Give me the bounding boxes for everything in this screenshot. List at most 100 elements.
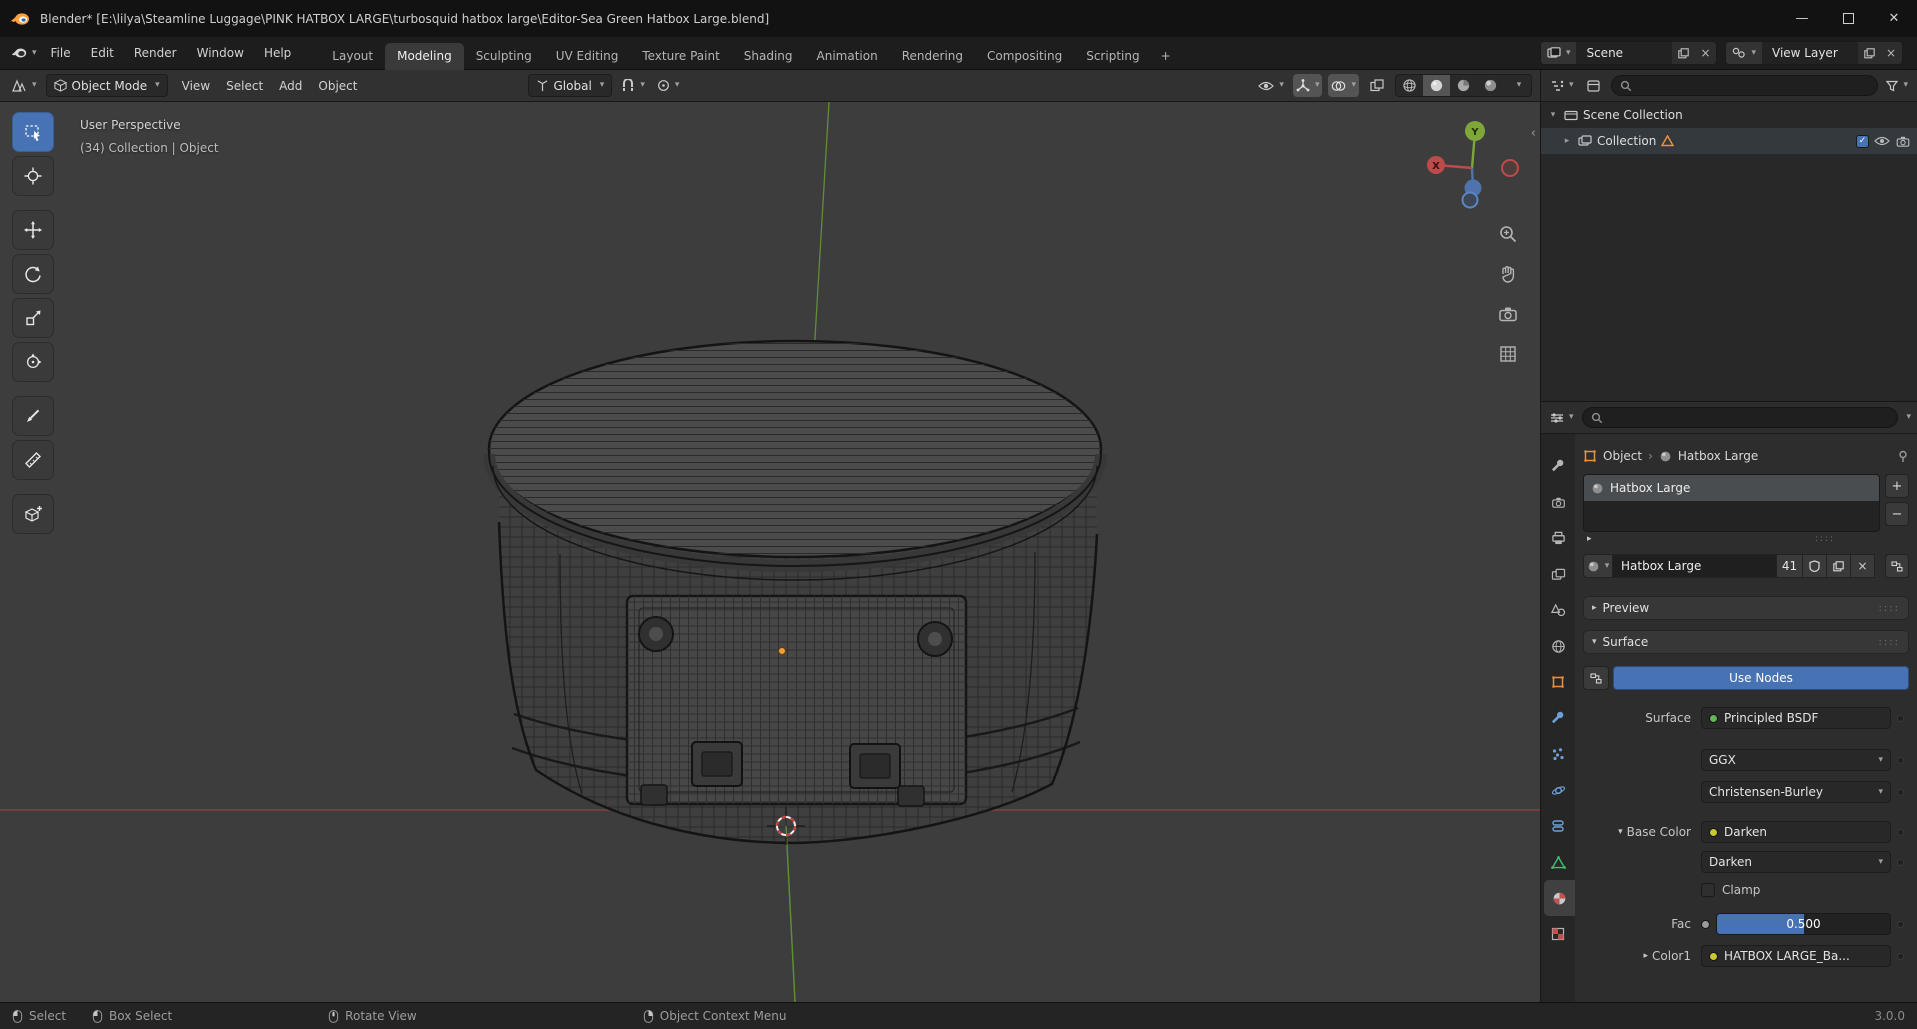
disclosure-icon[interactable]: ▾	[1618, 827, 1623, 837]
vp-menu-select[interactable]: Select	[218, 75, 271, 97]
menu-edit[interactable]: Edit	[82, 42, 123, 64]
surface-shader-button[interactable]: Principled BSDF	[1701, 707, 1891, 729]
browse-scene-button[interactable]: ▾	[1540, 42, 1577, 64]
tab-output[interactable]	[1541, 520, 1575, 556]
tab-rendering[interactable]: Rendering	[890, 43, 975, 70]
material-users-button[interactable]: 41	[1777, 554, 1803, 578]
remove-slot-button[interactable]: −	[1885, 502, 1909, 526]
camera-view-button[interactable]	[1496, 302, 1520, 326]
vp-menu-view[interactable]: View	[174, 75, 218, 97]
tab-physics[interactable]	[1541, 772, 1575, 808]
disable-render-icon[interactable]	[1895, 135, 1911, 148]
hide-eye-icon[interactable]	[1874, 135, 1890, 147]
base-color-button[interactable]: Darken	[1701, 821, 1891, 843]
shading-wireframe-button[interactable]	[1396, 75, 1423, 96]
snapping-button[interactable]: ▾	[618, 74, 648, 97]
vp-menu-object[interactable]: Object	[310, 75, 365, 97]
tab-constraints[interactable]	[1541, 808, 1575, 844]
preview-panel-header[interactable]: ▸ Preview ::::	[1583, 596, 1909, 620]
fake-user-button[interactable]	[1803, 554, 1827, 578]
outliner-row-collection[interactable]: ▸ Collection ✓	[1541, 128, 1917, 154]
tool-measure[interactable]	[12, 440, 54, 480]
ortho-toggle-button[interactable]	[1496, 342, 1520, 366]
tool-rotate[interactable]	[12, 254, 54, 294]
maximize-button[interactable]	[1825, 0, 1871, 37]
tab-world[interactable]	[1541, 628, 1575, 664]
tab-animation[interactable]: Animation	[805, 43, 890, 70]
app-menu-button[interactable]: ▾	[8, 42, 40, 65]
surface-panel-header[interactable]: ▾ Surface ::::	[1583, 630, 1909, 654]
shading-rendered-button[interactable]	[1477, 75, 1504, 96]
tab-uv-editing[interactable]: UV Editing	[544, 43, 631, 70]
tool-scale[interactable]	[12, 298, 54, 338]
region-collapse-arrow[interactable]: ‹	[1531, 126, 1536, 141]
add-workspace-button[interactable]: +	[1152, 43, 1180, 70]
menu-window[interactable]: Window	[188, 42, 253, 64]
slot-specials-icon[interactable]: ▸	[1587, 534, 1592, 544]
node-editor-icon-button[interactable]	[1583, 666, 1609, 690]
tab-shading[interactable]: Shading	[732, 43, 805, 70]
tab-view-layer[interactable]	[1541, 556, 1575, 592]
mode-dropdown[interactable]: Object Mode ▾	[45, 74, 168, 97]
tab-scripting[interactable]: Scripting	[1074, 43, 1151, 70]
tab-layout[interactable]: Layout	[320, 43, 385, 70]
nodes-toggle-button[interactable]	[1885, 554, 1909, 578]
tool-select-box[interactable]	[12, 112, 54, 152]
tab-particles[interactable]	[1541, 736, 1575, 772]
tab-material[interactable]	[1544, 880, 1575, 916]
disclosure-icon[interactable]: ▾	[1547, 110, 1559, 120]
material-slot-row-empty[interactable]	[1584, 501, 1879, 527]
outliner-filter-button[interactable]: ▾	[1883, 74, 1911, 97]
properties-search-input[interactable]	[1581, 407, 1899, 428]
object-visibility-button[interactable]: ▾	[1255, 74, 1287, 97]
material-name-field[interactable]: Hatbox Large	[1613, 554, 1777, 578]
blend-mode-dropdown[interactable]: Darken ▾	[1701, 851, 1891, 873]
editor-type-button[interactable]: ▾	[8, 74, 40, 97]
material-slot-list[interactable]: Hatbox Large	[1583, 474, 1880, 532]
shading-options-button[interactable]: ▾	[1504, 75, 1531, 96]
outliner-row-scene-collection[interactable]: ▾ Scene Collection	[1541, 102, 1917, 128]
minimize-button[interactable]: —	[1779, 0, 1825, 37]
tab-modeling[interactable]: Modeling	[385, 42, 464, 70]
decorator-dot[interactable]	[1891, 828, 1909, 836]
disclosure-icon[interactable]: ▸	[1561, 136, 1573, 146]
decorator-dot[interactable]	[1891, 858, 1909, 866]
decorator-dot[interactable]	[1891, 788, 1909, 796]
tool-annotate[interactable]	[12, 396, 54, 436]
browse-material-button[interactable]: ▾	[1583, 554, 1613, 578]
remove-view-layer-button[interactable]: ×	[1880, 42, 1902, 64]
show-overlays-button[interactable]: ▾	[1328, 74, 1359, 97]
new-view-layer-button[interactable]	[1858, 42, 1880, 64]
collection-exclude-checkbox[interactable]: ✓	[1856, 134, 1869, 148]
list-resize-grip[interactable]: ::::	[1815, 534, 1835, 544]
show-gizmo-button[interactable]: ▾	[1292, 74, 1323, 97]
pin-icon[interactable]	[1897, 450, 1909, 463]
close-button[interactable]: ✕	[1871, 0, 1917, 37]
unlink-material-button[interactable]: ×	[1851, 554, 1875, 578]
tab-object[interactable]	[1541, 664, 1575, 700]
new-material-button[interactable]	[1827, 554, 1851, 578]
decorator-dot[interactable]	[1891, 756, 1909, 764]
menu-file[interactable]: File	[42, 42, 80, 64]
properties-options-button[interactable]: ▾	[1906, 413, 1911, 422]
view-layer-name-field[interactable]: View Layer	[1762, 42, 1858, 64]
properties-editor-type-button[interactable]: ▾	[1547, 406, 1577, 429]
add-slot-button[interactable]: +	[1885, 474, 1909, 498]
navigation-gizmo[interactable]: Y X	[1424, 120, 1520, 216]
vp-menu-add[interactable]: Add	[271, 75, 310, 97]
decorator-dot[interactable]	[1891, 714, 1909, 722]
outliner-editor-type-button[interactable]: ▾	[1547, 74, 1577, 97]
tab-scene[interactable]	[1541, 592, 1575, 628]
shading-material-button[interactable]	[1450, 75, 1477, 96]
decorator-dot[interactable]	[1891, 920, 1909, 928]
disclosure-icon[interactable]: ▸	[1644, 951, 1649, 961]
tool-transform[interactable]	[12, 342, 54, 382]
fac-slider[interactable]: 0.500	[1716, 913, 1891, 935]
tab-modifiers[interactable]	[1541, 700, 1575, 736]
transform-orientation-dropdown[interactable]: Global ▾	[527, 74, 613, 97]
color1-button[interactable]: HATBOX LARGE_Ba...	[1701, 945, 1891, 967]
material-slot-row[interactable]: Hatbox Large	[1584, 475, 1879, 501]
tool-add-cube[interactable]	[12, 494, 54, 534]
menu-render[interactable]: Render	[125, 42, 186, 64]
scene-name-field[interactable]: Scene	[1576, 42, 1673, 64]
